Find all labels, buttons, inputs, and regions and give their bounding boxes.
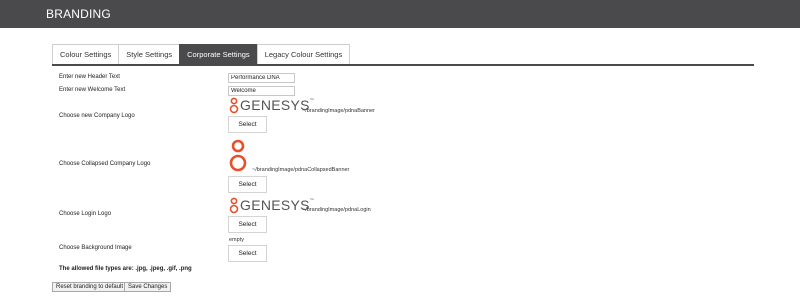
company-logo-select-button[interactable]: Select bbox=[228, 116, 267, 133]
collapsed-logo-select-button[interactable]: Select bbox=[228, 176, 267, 193]
background-image-value: empty bbox=[229, 237, 244, 243]
collapsed-logo-path: ~/brandingImage/pdnaCollapsedBanner bbox=[252, 167, 350, 173]
page-title: BRANDING bbox=[46, 7, 111, 21]
header-text-input[interactable] bbox=[228, 73, 295, 83]
login-logo-label: Choose Login Logo bbox=[59, 211, 112, 217]
settings-tabs: Colour Settings Style Settings Corporate… bbox=[52, 44, 351, 65]
login-logo-select-button[interactable]: Select bbox=[228, 216, 267, 233]
tab-colour-settings[interactable]: Colour Settings bbox=[52, 44, 120, 65]
welcome-text-label: Enter new Welcome Text bbox=[59, 87, 126, 93]
tab-underline bbox=[52, 64, 754, 66]
reset-branding-button[interactable]: Reset branding to default bbox=[52, 282, 128, 292]
collapsed-logo-label: Choose Collapsed Company Logo bbox=[59, 161, 151, 167]
allowed-file-types-note: The allowed file types are: .jpg, .jpeg,… bbox=[59, 266, 192, 272]
tab-legacy-colour-settings[interactable]: Legacy Colour Settings bbox=[256, 44, 351, 65]
tab-style-settings[interactable]: Style Settings bbox=[118, 44, 181, 65]
save-changes-button[interactable]: Save Changes bbox=[124, 282, 172, 292]
login-logo-path: ~/brandingImage/pdnaLogin bbox=[302, 207, 371, 213]
background-image-label: Choose Background Image bbox=[59, 245, 132, 251]
background-image-select-button[interactable]: Select bbox=[228, 245, 267, 262]
genesys-logo-icon bbox=[229, 197, 239, 214]
genesys-g-icon bbox=[229, 139, 247, 172]
tab-corporate-settings[interactable]: Corporate Settings bbox=[179, 44, 258, 65]
header-text-label: Enter new Header Text bbox=[59, 74, 120, 80]
top-header-bar: BRANDING bbox=[0, 0, 800, 28]
company-logo-path: ~/brandingImage/pdnaBanner bbox=[302, 108, 375, 114]
welcome-text-input[interactable] bbox=[228, 86, 295, 96]
company-logo-label: Choose new Company Logo bbox=[59, 113, 135, 119]
genesys-logo-icon bbox=[229, 97, 239, 114]
